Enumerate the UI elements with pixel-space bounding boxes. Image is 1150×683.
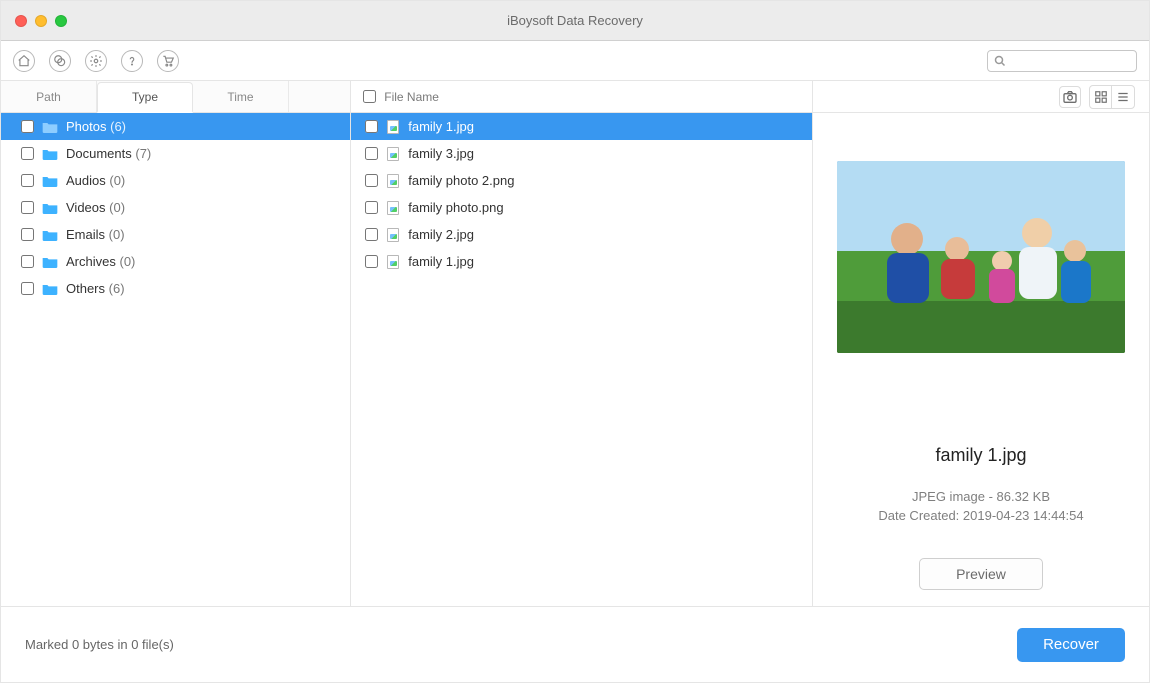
file-checkbox[interactable]	[365, 255, 378, 268]
category-label: Documents (7)	[66, 146, 151, 161]
tab-path[interactable]: Path	[1, 81, 97, 112]
image-file-icon	[386, 228, 400, 242]
folder-icon	[42, 283, 58, 295]
preview-meta: JPEG image - 86.32 KB Date Created: 2019…	[878, 488, 1083, 526]
category-archives[interactable]: Archives (0)	[1, 248, 350, 275]
category-label: Audios (0)	[66, 173, 125, 188]
preview-date-created: Date Created: 2019-04-23 14:44:54	[878, 507, 1083, 526]
category-checkbox[interactable]	[21, 255, 34, 268]
category-checkbox[interactable]	[21, 228, 34, 241]
file-list-header: File Name	[351, 81, 812, 113]
deep-scan-button[interactable]	[49, 50, 71, 72]
category-checkbox[interactable]	[21, 120, 34, 133]
preview-button[interactable]: Preview	[919, 558, 1043, 590]
folder-icon	[42, 121, 58, 133]
search-icon	[994, 55, 1006, 67]
preview-pane: family 1.jpg JPEG image - 86.32 KB Date …	[813, 81, 1149, 606]
category-checkbox[interactable]	[21, 282, 34, 295]
traffic-lights	[1, 15, 67, 27]
file-checkbox[interactable]	[365, 228, 378, 241]
toolbar	[1, 41, 1149, 81]
category-checkbox[interactable]	[21, 201, 34, 214]
folder-icon	[42, 175, 58, 187]
preview-filename: family 1.jpg	[935, 445, 1026, 466]
category-label: Photos (6)	[66, 119, 126, 134]
file-checkbox[interactable]	[365, 147, 378, 160]
main: Path Type Time Photos (6) Documents (7) …	[1, 81, 1149, 606]
category-list: Photos (6) Documents (7) Audios (0) Vide…	[1, 113, 350, 302]
close-window-button[interactable]	[15, 15, 27, 27]
file-name: family photo 2.png	[408, 173, 514, 188]
file-name: family photo.png	[408, 200, 503, 215]
folder-icon	[42, 229, 58, 241]
image-file-icon	[386, 255, 400, 269]
category-label: Archives (0)	[66, 254, 135, 269]
folder-icon	[42, 148, 58, 160]
tabs: Path Type Time	[1, 81, 350, 113]
minimize-window-button[interactable]	[35, 15, 47, 27]
image-file-icon	[386, 174, 400, 188]
folder-icon	[42, 256, 58, 268]
file-row[interactable]: family 3.jpg	[351, 140, 812, 167]
category-others[interactable]: Others (6)	[1, 275, 350, 302]
file-row[interactable]: family photo.png	[351, 194, 812, 221]
tab-type[interactable]: Type	[97, 82, 193, 113]
cart-button[interactable]	[157, 50, 179, 72]
preview-thumbnail	[837, 161, 1125, 353]
view-mode-group	[1089, 85, 1135, 109]
folder-icon	[42, 202, 58, 214]
recover-button[interactable]: Recover	[1017, 628, 1125, 662]
titlebar: iBoysoft Data Recovery	[1, 1, 1149, 41]
search-input[interactable]	[1012, 54, 1150, 68]
category-label: Emails (0)	[66, 227, 125, 242]
home-button[interactable]	[13, 50, 35, 72]
help-button[interactable]	[121, 50, 143, 72]
grid-view-button[interactable]	[1090, 86, 1112, 108]
file-row[interactable]: family 1.jpg	[351, 248, 812, 275]
file-name: family 2.jpg	[408, 227, 474, 242]
image-file-icon	[386, 120, 400, 134]
file-name: family 3.jpg	[408, 146, 474, 161]
sidebar: Path Type Time Photos (6) Documents (7) …	[1, 81, 351, 606]
preview-tools	[813, 81, 1149, 113]
file-name: family 1.jpg	[408, 254, 474, 269]
file-row[interactable]: family 1.jpg	[351, 113, 812, 140]
file-name: family 1.jpg	[408, 119, 474, 134]
category-emails[interactable]: Emails (0)	[1, 221, 350, 248]
settings-button[interactable]	[85, 50, 107, 72]
file-checkbox[interactable]	[365, 201, 378, 214]
footer: Marked 0 bytes in 0 file(s) Recover	[1, 606, 1149, 682]
file-checkbox[interactable]	[365, 174, 378, 187]
category-label: Videos (0)	[66, 200, 125, 215]
category-checkbox[interactable]	[21, 147, 34, 160]
search-box[interactable]	[987, 50, 1137, 72]
file-row[interactable]: family 2.jpg	[351, 221, 812, 248]
file-checkbox[interactable]	[365, 120, 378, 133]
window-title: iBoysoft Data Recovery	[1, 13, 1149, 28]
file-list: File Name family 1.jpg family 3.jpg fami…	[351, 81, 813, 606]
image-file-icon	[386, 201, 400, 215]
zoom-window-button[interactable]	[55, 15, 67, 27]
file-row[interactable]: family photo 2.png	[351, 167, 812, 194]
category-documents[interactable]: Documents (7)	[1, 140, 350, 167]
list-view-button[interactable]	[1112, 86, 1134, 108]
category-videos[interactable]: Videos (0)	[1, 194, 350, 221]
select-all-checkbox[interactable]	[363, 90, 376, 103]
image-file-icon	[386, 147, 400, 161]
preview-filetype-size: JPEG image - 86.32 KB	[878, 488, 1083, 507]
category-photos[interactable]: Photos (6)	[1, 113, 350, 140]
column-header-file-name[interactable]: File Name	[384, 90, 439, 104]
status-text: Marked 0 bytes in 0 file(s)	[25, 637, 174, 652]
category-label: Others (6)	[66, 281, 125, 296]
category-audios[interactable]: Audios (0)	[1, 167, 350, 194]
camera-icon-button[interactable]	[1059, 86, 1081, 108]
tab-time[interactable]: Time	[193, 81, 289, 112]
category-checkbox[interactable]	[21, 174, 34, 187]
preview-body: family 1.jpg JPEG image - 86.32 KB Date …	[813, 113, 1149, 606]
